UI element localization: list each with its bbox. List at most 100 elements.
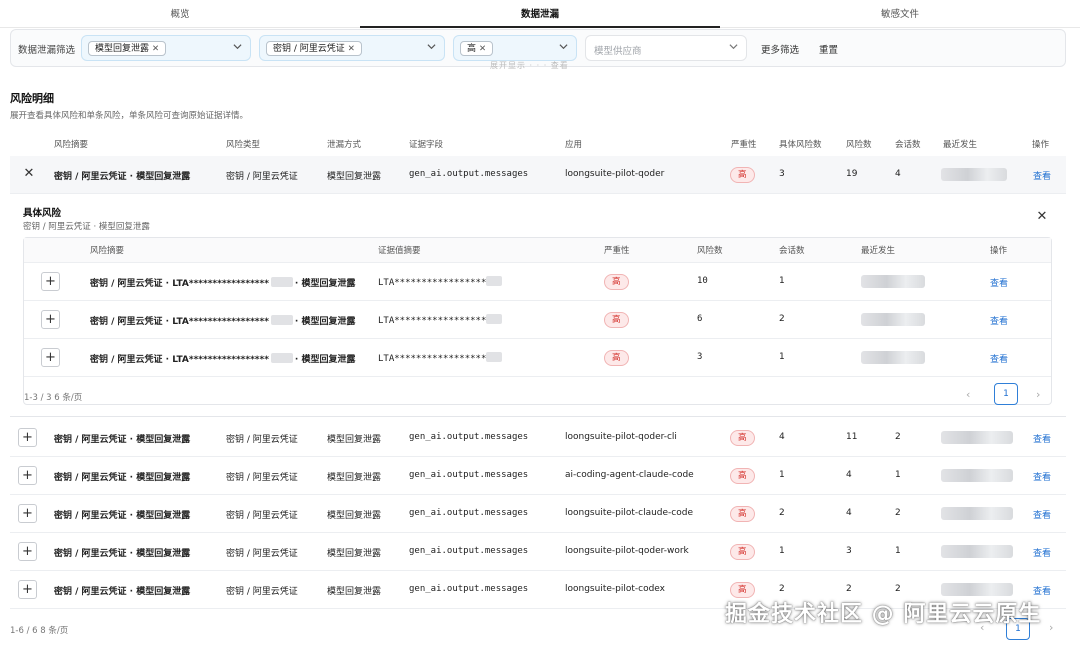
view-link[interactable]: 查看: [990, 352, 1008, 365]
view-link[interactable]: 查看: [1033, 508, 1051, 521]
severity-badge: 高: [604, 274, 629, 290]
credential-select[interactable]: 密钥 / 阿里云凭证 ✕: [259, 35, 445, 61]
row-type: 密钥 / 阿里云凭证: [226, 587, 298, 597]
clipped-hint: 展开显示 · · · 查看: [490, 61, 569, 70]
row-type: 密钥 / 阿里云凭证: [226, 473, 298, 483]
view-link[interactable]: 查看: [1033, 546, 1051, 559]
more-filters-button[interactable]: 更多筛选: [761, 42, 799, 56]
view-link[interactable]: 查看: [990, 276, 1008, 289]
th-summary: 风险摘要: [54, 140, 89, 150]
row-summary: 密钥 / 阿里云凭证 · 模型回复泄露: [54, 511, 191, 521]
detail-session-count: 2: [779, 314, 785, 324]
row-session-count: 2: [895, 508, 901, 518]
chip-remove-icon[interactable]: ✕: [479, 44, 486, 54]
expand-row-button[interactable]: +: [18, 466, 37, 485]
row-app: loongsuite-pilot-codex: [565, 584, 666, 594]
row-type: 密钥 / 阿里云凭证: [226, 549, 298, 559]
severity-badge: 高: [604, 312, 629, 328]
severity-chip: 高 ✕: [460, 41, 494, 56]
dth-severity: 严重性: [604, 246, 630, 256]
expand-row-button[interactable]: +: [18, 580, 37, 599]
redacted-timestamp: [861, 275, 925, 288]
chevron-left-icon[interactable]: ‹: [966, 388, 970, 401]
provider-select[interactable]: 模型供应商: [585, 35, 747, 61]
severity-select[interactable]: 高 ✕: [453, 35, 577, 61]
row-summary: 密钥 / 阿里云凭证 · 模型回复泄露: [54, 435, 191, 445]
view-link[interactable]: 查看: [1033, 169, 1051, 182]
row-risk-count: 2: [846, 584, 852, 594]
redacted-timestamp: [941, 545, 1013, 558]
detail-subtitle: 密钥 / 阿里云凭证 · 模型回复泄露: [23, 222, 150, 232]
row-summary: 密钥 / 阿里云凭证 · 模型回复泄露: [54, 587, 191, 597]
chip-remove-icon[interactable]: ✕: [348, 44, 355, 54]
filter-label: 数据泄漏筛选: [18, 45, 76, 56]
row-risk-count: 19: [846, 169, 858, 179]
redacted-timestamp: [941, 583, 1013, 596]
th-specific-count: 具体风险数: [779, 140, 822, 150]
redacted-timestamp: [861, 313, 925, 326]
th-risk-count: 风险数: [846, 140, 872, 150]
row-specific-count: 2: [779, 584, 785, 594]
detail-row: + 密钥 / 阿里云凭证 · LTA***************** · 模型回…: [24, 263, 1051, 301]
expand-row-button[interactable]: +: [18, 542, 37, 561]
redacted-timestamp: [941, 469, 1013, 482]
row-method: 模型回复泄露: [327, 435, 382, 445]
row-risk-count: 4: [846, 470, 852, 480]
row-type: 密钥 / 阿里云凭证: [226, 511, 298, 521]
expand-row-button[interactable]: +: [41, 272, 60, 291]
detail-summary: 密钥 / 阿里云凭证 · LTA***************** · 模型回复泄…: [90, 315, 356, 327]
th-session-count: 会话数: [895, 140, 921, 150]
tab-data-leak[interactable]: 数据泄漏: [360, 0, 720, 28]
chevron-right-icon[interactable]: ›: [1049, 621, 1053, 634]
row-session-count: 1: [895, 546, 901, 556]
expand-row-button[interactable]: +: [18, 504, 37, 523]
row-method: 模型回复泄露: [327, 473, 382, 483]
chip-remove-icon[interactable]: ✕: [152, 44, 159, 54]
redacted-timestamp: [941, 507, 1013, 520]
reset-button[interactable]: 重置: [819, 42, 838, 56]
view-link[interactable]: 查看: [990, 314, 1008, 327]
table-row: + 密钥 / 阿里云凭证 · 模型回复泄露 密钥 / 阿里云凭证 模型回复泄露 …: [10, 533, 1066, 571]
collapse-row-icon[interactable]: ✕: [21, 166, 37, 182]
expand-row-button[interactable]: +: [41, 310, 60, 329]
row-type: 密钥 / 阿里云凭证: [226, 172, 298, 182]
expand-row-button[interactable]: +: [18, 428, 37, 447]
row-summary: 密钥 / 阿里云凭证 · 模型回复泄露: [54, 172, 191, 182]
close-icon[interactable]: ✕: [1034, 209, 1050, 225]
view-link[interactable]: 查看: [1033, 470, 1051, 483]
detail-risk-count: 3: [697, 352, 703, 362]
redacted-timestamp: [861, 351, 925, 364]
row-session-count: 4: [895, 169, 901, 179]
row-field: gen_ai.output.messages: [409, 546, 529, 556]
tab-overview[interactable]: 概览: [0, 0, 360, 27]
expand-row-button[interactable]: +: [41, 348, 60, 367]
row-app: ai-coding-agent-claude-code: [565, 470, 694, 480]
detail-value: LTA*****************: [378, 314, 503, 326]
detail-page-1[interactable]: 1: [994, 383, 1018, 405]
row-app: loongsuite-pilot-qoder-cli: [565, 432, 677, 442]
row-field: gen_ai.output.messages: [409, 584, 529, 594]
severity-badge: 高: [730, 506, 755, 522]
th-method: 泄漏方式: [327, 140, 362, 150]
table-row: + 密钥 / 阿里云凭证 · 模型回复泄露 密钥 / 阿里云凭证 模型回复泄露 …: [10, 457, 1066, 495]
view-link[interactable]: 查看: [1033, 432, 1051, 445]
th-app: 应用: [565, 140, 583, 150]
chevron-down-icon: [427, 44, 436, 50]
leak-type-select[interactable]: 模型回复泄露 ✕: [81, 35, 251, 61]
chevron-right-icon[interactable]: ›: [1036, 388, 1040, 401]
table-header: 风险摘要 风险类型 泄漏方式 证据字段 应用 严重性 具体风险数 风险数 会话数…: [10, 132, 1066, 156]
th-action: 操作: [1032, 140, 1050, 150]
chevron-down-icon: [233, 44, 242, 50]
severity-badge: 高: [730, 430, 755, 446]
th-last-seen: 最近发生: [943, 140, 978, 150]
row-specific-count: 1: [779, 470, 785, 480]
credential-chip: 密钥 / 阿里云凭证 ✕: [266, 41, 362, 56]
row-method: 模型回复泄露: [327, 587, 382, 597]
dth-session-count: 会话数: [779, 246, 805, 256]
row-risk-count: 3: [846, 546, 852, 556]
detail-summary: 密钥 / 阿里云凭证 · LTA***************** · 模型回复泄…: [90, 353, 356, 365]
row-session-count: 1: [895, 470, 901, 480]
detail-risk-count: 6: [697, 314, 703, 324]
tab-sensitive-files[interactable]: 敏感文件: [720, 0, 1080, 27]
provider-placeholder: 模型供应商: [594, 46, 642, 57]
